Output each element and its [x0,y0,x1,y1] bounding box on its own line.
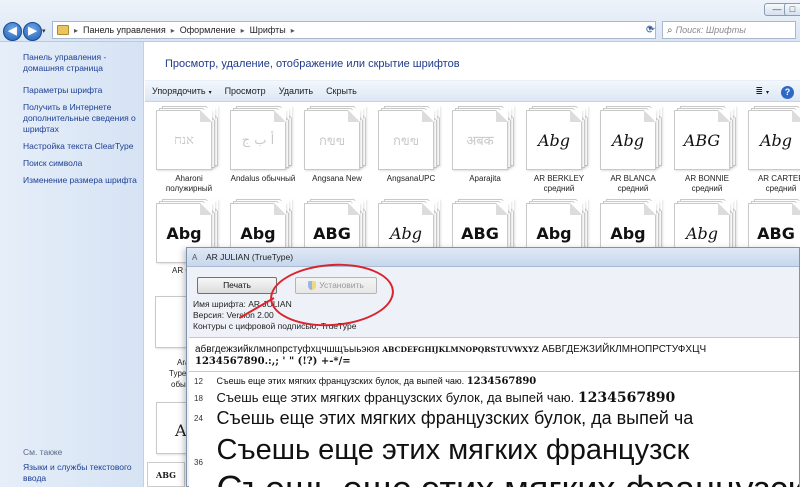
chevron-right-icon[interactable]: ▸ [171,26,175,35]
page-title: Просмотр, удаление, отображение или скры… [165,58,460,70]
dialog-title-bar[interactable]: A AR JULIAN (TrueType) [187,248,799,267]
font-file-icon: กขฃ [304,106,368,170]
font-tile[interactable]: ABG AR BONNIE средний [673,106,741,194]
font-sample: Abg [537,130,571,150]
divider [189,371,799,372]
delete-button[interactable]: Удалить [279,86,313,96]
text-services-link[interactable]: Языки и службы текстового ввода [23,462,141,484]
navigation-pane: Панель управления - домашняя страница Па… [0,42,144,487]
recent-pages-dropdown-icon[interactable]: ▾ [42,27,46,35]
chevron-right-icon[interactable]: ▸ [291,26,295,35]
font-name-label: AR BERKLEY средний [533,174,585,193]
font-file-icon: กขฃ [378,106,442,170]
cleartype-tuner-link[interactable]: Настройка текста ClearType [23,141,141,152]
font-sample: אנח [174,133,194,148]
forward-button[interactable]: ▶ [23,22,42,41]
font-file-icon: Abg [526,106,590,170]
preview-button[interactable]: Просмотр [225,86,266,96]
font-file-icon: अबक [452,106,516,170]
font-tile-partial[interactable] [155,296,187,348]
font-settings-link[interactable]: Параметры шрифта [23,85,141,96]
font-file-icon: אנח [156,106,220,170]
sample-size-12: 12 Съешь еще этих мягких французских бул… [194,376,537,388]
font-sample: ABG [683,130,721,150]
font-sample: กขฃ [319,133,345,149]
hide-button[interactable]: Скрыть [326,86,357,96]
sample-size-24: 24 Съешь еще этих мягких французских бул… [194,408,694,428]
sample-size-48: 48 Съешь еще этих мягких французск [194,468,799,487]
dialog-title: AR JULIAN (TrueType) [206,252,294,262]
sample-size-18: 18 Съешь еще этих мягких французских бул… [194,390,676,406]
font-name-label: Angsana New [312,174,362,183]
search-icon: ⌕ [667,24,673,36]
font-file-icon: A [192,252,198,262]
font-tile[interactable]: กขฃ Angsana New [303,106,371,184]
organize-button[interactable]: Упорядочить ▾ [152,86,212,96]
font-sample: กขฃ [393,133,419,149]
font-name-label: AR BONNIE средний [684,174,729,193]
alphabet-sample: абвгдежзийклмнопрстуфхцчшщъыьэюя ABCDEFG… [195,344,707,367]
search-input[interactable]: ⌕ Поиск: Шрифты [662,21,796,39]
find-character-link[interactable]: Поиск символа [23,158,141,169]
font-file-icon: Abg [600,106,664,170]
font-sample: A [175,421,187,440]
title-address-bar: — □ ◀ ▶ ▾ ▸ Панель управления ▸ Оформлен… [0,0,800,42]
font-tile-partial[interactable]: A [156,402,188,454]
font-tile-partial[interactable]: ABG [147,462,185,487]
task-list: Параметры шрифта Получить в Интернете до… [23,85,141,192]
font-tile[interactable]: Abg AR BLANCA средний [599,106,667,194]
font-file-icon: ABG [674,106,738,170]
font-name-label: Andalus обычный [230,174,296,183]
command-bar: Упорядочить ▾ Просмотр Удалить Скрыть ≣ ▾ … [145,80,800,102]
font-tile[interactable]: अबक Aparajita [451,106,519,184]
font-sample: Abg [611,130,645,150]
breadcrumb-appearance[interactable]: Оформление [180,25,236,35]
chevron-down-icon: ▾ [208,90,212,96]
chevron-right-icon[interactable]: ▸ [241,26,245,35]
font-tile[interactable]: אנח Aharoni полужирный [155,106,223,194]
font-name-label: Aparajita [469,174,501,183]
maximize-button[interactable]: □ [784,3,800,16]
search-placeholder: Поиск: Шрифты [675,25,746,35]
control-panel-home-link[interactable]: Панель управления - домашняя страница [23,52,138,74]
breadcrumb-fonts[interactable]: Шрифты [250,25,286,35]
font-name-label: AR BLANCA средний [610,174,656,193]
font-file-icon: Abg [748,106,800,170]
see-also-heading: См. также [23,447,63,457]
help-icon[interactable]: ? [781,86,794,99]
sample-size-36: 36 Съешь еще этих мягких французск [194,434,690,467]
chevron-right-icon[interactable]: ▸ [74,26,78,35]
font-tile[interactable]: Abg AR BERKLEY средний [525,106,593,194]
refresh-icon[interactable]: ⟳ [642,21,659,39]
font-sample: Abg [759,130,793,150]
font-tile[interactable]: أ ب ج Andalus обычный [229,106,297,184]
font-tile[interactable]: กขฃ AngsanaUPC [377,106,445,184]
address-bar[interactable]: ▸ Панель управления ▸ Оформление ▸ Шрифт… [52,21,656,39]
change-font-size-link[interactable]: Изменение размера шрифта [23,175,141,186]
get-more-font-info-link[interactable]: Получить в Интернете дополнительные свед… [23,102,141,135]
font-name-label: AR CARTER средний [757,174,800,193]
change-view-icon[interactable]: ≣ ▾ [755,86,769,99]
control-panel-icon [57,25,69,35]
font-sample: अबक [466,134,494,149]
font-preview-area: абвгдежзийклмнопрстуфхцчшщъыьэюя ABCDEFG… [189,337,799,487]
font-name-label: AngsanaUPC [386,174,436,183]
font-tile[interactable]: Abg AR CARTER средний [747,106,800,194]
font-file-icon: أ ب ج [230,106,294,170]
font-name-label: Aharoni полужирный [165,174,213,193]
font-sample: أ ب ج [241,132,275,148]
back-button[interactable]: ◀ [3,22,22,41]
breadcrumb-control-panel[interactable]: Панель управления [83,25,166,35]
print-button[interactable]: Печать [197,277,277,294]
